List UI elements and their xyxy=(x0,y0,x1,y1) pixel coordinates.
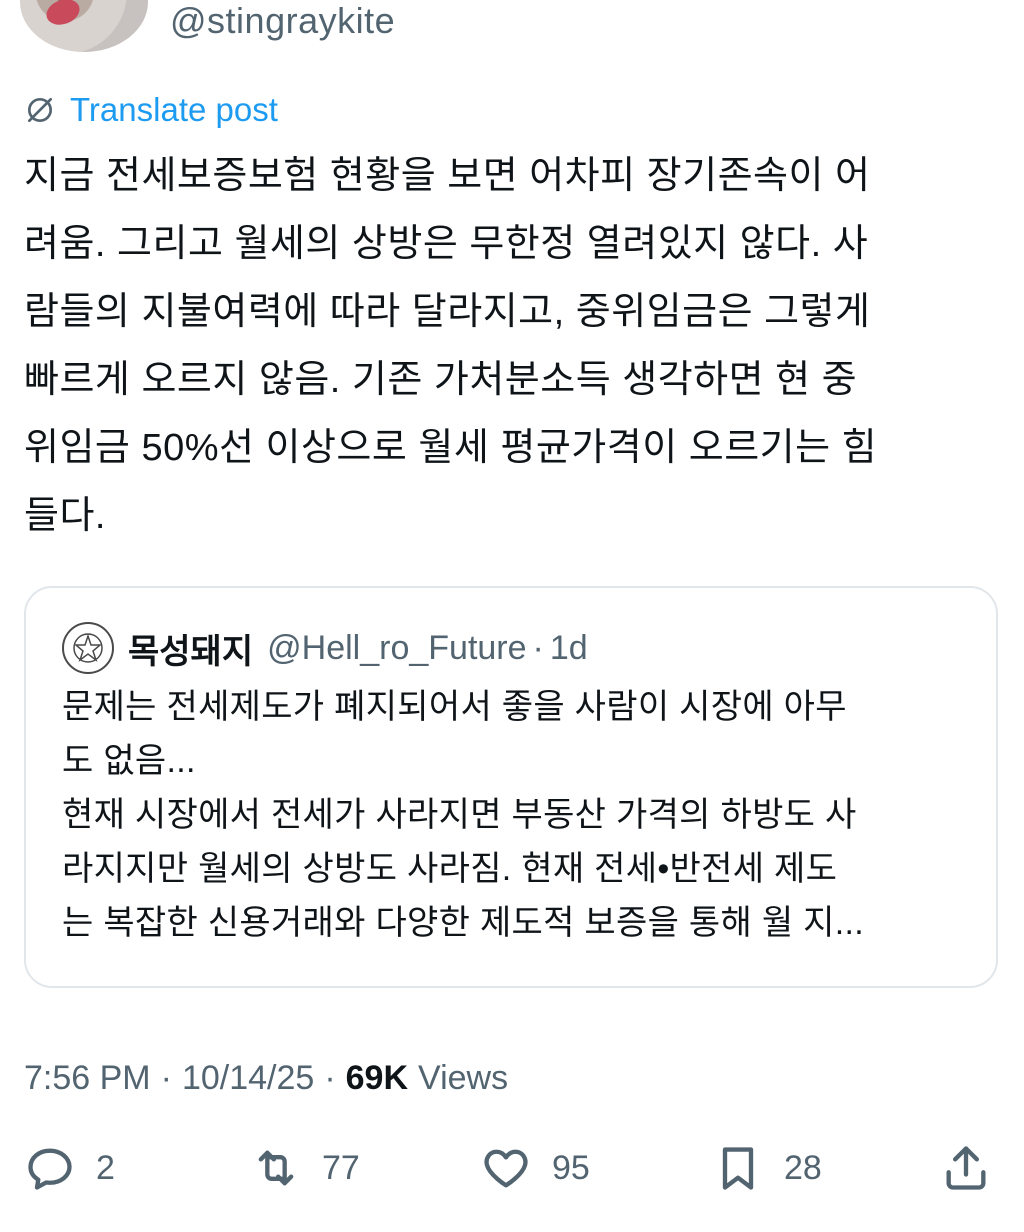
reply-count: 2 xyxy=(96,1148,115,1187)
repost-icon xyxy=(258,1150,294,1186)
tweet-meta: 7:56 PM · 10/14/25 · 69K Views xyxy=(24,1052,508,1104)
bookmark-icon xyxy=(722,1147,754,1190)
share-button[interactable] xyxy=(940,1136,992,1200)
heart-icon xyxy=(484,1149,528,1188)
quoted-tweet-text: 문제는 전세제도가 폐지되어서 좋을 사람이 시장에 아무 도 없음... 현재… xyxy=(62,688,864,942)
like-count: 95 xyxy=(552,1148,590,1187)
quoted-tweet-card[interactable]: 목성돼지 @Hell_ro_Future · 1d 문제는 전세제도가 폐지되어… xyxy=(24,586,998,988)
quoted-author-avatar[interactable] xyxy=(62,622,114,674)
meta-separator: · xyxy=(324,1058,336,1097)
views-label: Views xyxy=(418,1058,509,1097)
translate-post-link[interactable]: Translate post xyxy=(24,88,278,132)
header-separator: · xyxy=(532,628,544,667)
meta-separator: · xyxy=(160,1058,172,1097)
seal-logo-icon xyxy=(73,633,103,663)
quoted-author-handle[interactable]: @Hell_ro_Future xyxy=(267,629,526,668)
tweet-text: 지금 전세보증보험 현황을 보면 어차피 장기존속이 어 려움. 그리고 월세의… xyxy=(24,155,878,537)
views-count: 69K xyxy=(345,1058,409,1097)
author-handle[interactable]: @stingraykite xyxy=(170,0,395,42)
bookmark-button[interactable]: 28 xyxy=(712,1136,822,1200)
repost-count: 77 xyxy=(322,1148,360,1187)
share-icon xyxy=(946,1146,986,1190)
repost-button[interactable]: 77 xyxy=(250,1136,360,1200)
quoted-timestamp[interactable]: 1d xyxy=(550,629,588,668)
action-bar: 2 77 95 28 xyxy=(0,1136,1024,1200)
translate-post-label: Translate post xyxy=(70,91,278,128)
reply-icon xyxy=(28,1148,72,1190)
tweet-time[interactable]: 7:56 PM xyxy=(24,1059,151,1098)
tweet-date[interactable]: 10/14/25 xyxy=(182,1059,314,1098)
reply-button[interactable]: 2 xyxy=(24,1136,115,1200)
author-avatar[interactable] xyxy=(20,0,148,52)
avatar-image-detail xyxy=(42,0,84,30)
like-button[interactable]: 95 xyxy=(480,1136,590,1200)
quoted-tweet-header: 목성돼지 @Hell_ro_Future · 1d xyxy=(62,618,588,678)
globe-slash-icon xyxy=(28,98,52,122)
quoted-author-name[interactable]: 목성돼지 xyxy=(128,624,253,673)
bookmark-count: 28 xyxy=(784,1148,822,1187)
